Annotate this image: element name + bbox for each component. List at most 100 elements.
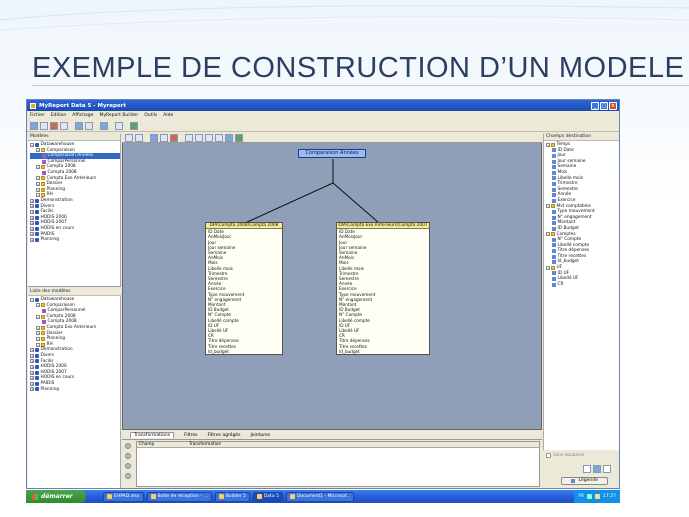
expand-toggle-icon[interactable]: + bbox=[30, 198, 34, 203]
expand-toggle-icon[interactable]: + bbox=[30, 364, 34, 369]
window-titlebar[interactable]: MyReport Data 5 - Myreport _ □ × bbox=[27, 100, 619, 111]
taskbar-button-label: Document1 - Microsof... bbox=[296, 494, 351, 499]
tab-filtres[interactable]: Filtres bbox=[184, 433, 197, 438]
column-header-champ[interactable]: Champ bbox=[137, 442, 187, 447]
expand-toggle-icon[interactable]: + bbox=[30, 237, 34, 242]
new-icon[interactable] bbox=[30, 121, 38, 130]
tree-item[interactable]: + Planning bbox=[30, 237, 120, 243]
menu-affichage[interactable]: Affichage bbox=[72, 113, 93, 118]
expand-toggle-icon[interactable]: − bbox=[36, 187, 40, 192]
expand-toggle-icon[interactable]: + bbox=[30, 359, 34, 364]
expand-toggle-icon[interactable]: − bbox=[36, 336, 40, 341]
menu-fichier[interactable]: Fichier bbox=[30, 113, 45, 118]
maximize-button[interactable]: □ bbox=[600, 101, 608, 110]
add-table-icon[interactable] bbox=[150, 134, 158, 142]
start-button[interactable]: démarrer bbox=[26, 490, 86, 503]
taskbar-button[interactable]: Document1 - Microsof... bbox=[285, 491, 355, 502]
expand-toggle-icon[interactable]: − bbox=[36, 303, 40, 308]
open-icon[interactable] bbox=[40, 121, 48, 130]
add-transformation-icon[interactable] bbox=[125, 443, 131, 449]
expand-toggle-icon[interactable]: + bbox=[30, 376, 34, 381]
taskbar-button[interactable]: Data 5 bbox=[252, 491, 283, 502]
window-icon[interactable] bbox=[100, 121, 108, 130]
expand-toggle-icon[interactable]: − bbox=[30, 297, 34, 302]
tab-jointures[interactable]: Jointures bbox=[250, 433, 270, 438]
minimize-button[interactable]: _ bbox=[591, 101, 599, 110]
align-center-icon[interactable] bbox=[593, 465, 601, 473]
expand-toggle-icon[interactable]: + bbox=[30, 353, 34, 358]
grid-icon[interactable] bbox=[115, 121, 123, 130]
zoom-in-icon[interactable] bbox=[195, 134, 203, 142]
model-icon bbox=[42, 308, 46, 313]
tree-item[interactable]: CR bbox=[546, 282, 619, 288]
source-table-compta-2008[interactable]: DIA\Compta 2008\Compta 2008 ID Date AnMoi… bbox=[205, 222, 283, 356]
expand-toggle-icon[interactable]: + bbox=[30, 226, 34, 231]
expand-toggle-icon[interactable]: − bbox=[36, 342, 40, 347]
expand-toggle-icon[interactable]: + bbox=[30, 221, 34, 226]
align-right-icon[interactable] bbox=[603, 465, 611, 473]
expand-toggle-icon[interactable]: + bbox=[30, 387, 34, 392]
validate-icon[interactable] bbox=[235, 134, 243, 142]
table-field[interactable]: Id_budget bbox=[337, 349, 429, 354]
expand-toggle-icon[interactable]: − bbox=[36, 165, 40, 170]
edit-transformation-icon[interactable] bbox=[125, 453, 131, 459]
expand-toggle-icon[interactable]: − bbox=[36, 181, 40, 186]
save-icon[interactable] bbox=[60, 121, 68, 130]
menu-myreport-builder[interactable]: MyReport Builder bbox=[99, 113, 138, 118]
source-table-compta-2007[interactable]: DIA\Compta Exo Anterieurs\Compta 2007 ID… bbox=[336, 222, 430, 356]
menu-aide[interactable]: Aide bbox=[163, 113, 173, 118]
more-transformation-icon[interactable] bbox=[125, 473, 131, 479]
remove-icon[interactable] bbox=[170, 134, 178, 142]
taskbar-button[interactable]: EHPAD.xlsx bbox=[103, 491, 144, 502]
expand-toggle-icon[interactable]: + bbox=[30, 348, 34, 353]
menu-edition[interactable]: Edition bbox=[51, 113, 67, 118]
root-model-node[interactable]: Comparaison Années bbox=[298, 149, 366, 158]
expand-toggle-icon[interactable]: − bbox=[36, 325, 40, 330]
expand-toggle-icon[interactable]: − bbox=[36, 176, 40, 181]
expand-toggle-icon[interactable]: + bbox=[30, 209, 34, 214]
delete-transformation-icon[interactable] bbox=[125, 463, 131, 469]
taskbar-button[interactable]: Builder 5 bbox=[214, 491, 250, 502]
copy-icon[interactable] bbox=[185, 134, 193, 142]
column-header-transformation[interactable]: Transformation bbox=[187, 442, 221, 447]
align-left-icon[interactable] bbox=[583, 465, 591, 473]
connect-icon[interactable] bbox=[75, 121, 83, 130]
zoom-out-icon[interactable] bbox=[205, 134, 213, 142]
delete-icon[interactable] bbox=[50, 121, 58, 130]
tab-transformations[interactable]: Transformations bbox=[130, 432, 175, 438]
sans-doublons-checkbox[interactable] bbox=[546, 453, 551, 458]
expand-toggle-icon[interactable]: − bbox=[36, 331, 40, 336]
link-icon[interactable] bbox=[225, 134, 233, 142]
legend-button[interactable]: Légende bbox=[561, 477, 608, 485]
expand-toggle-icon[interactable]: − bbox=[36, 314, 40, 319]
edit-icon[interactable] bbox=[160, 134, 168, 142]
expand-toggle-icon[interactable]: + bbox=[30, 381, 34, 386]
volume-icon[interactable] bbox=[595, 494, 601, 499]
model-canvas[interactable] bbox=[122, 134, 542, 430]
grid-toggle-icon[interactable] bbox=[125, 134, 133, 142]
taskbar-button[interactable]: Boîte de réception - ... bbox=[146, 491, 212, 502]
tab-filtres-agreges[interactable]: Filtres agrégés bbox=[208, 433, 241, 438]
close-button[interactable]: × bbox=[609, 101, 617, 110]
expand-toggle-icon[interactable]: + bbox=[30, 204, 34, 209]
expand-toggle-icon[interactable]: − bbox=[36, 148, 40, 153]
expand-toggle-icon[interactable]: + bbox=[30, 370, 34, 375]
expand-toggle-icon[interactable]: − bbox=[30, 142, 34, 147]
table-field[interactable]: Id_budget bbox=[206, 349, 282, 354]
properties-icon[interactable] bbox=[85, 121, 93, 130]
language-indicator[interactable]: FR bbox=[578, 494, 584, 499]
help-icon[interactable] bbox=[130, 121, 138, 130]
expand-toggle-icon[interactable]: + bbox=[30, 215, 34, 220]
tree-item[interactable]: + Planning bbox=[30, 387, 121, 393]
expand-toggle-icon[interactable]: + bbox=[30, 232, 34, 237]
tool-icon[interactable] bbox=[215, 134, 223, 142]
expand-toggle-icon[interactable]: − bbox=[546, 142, 550, 147]
expand-toggle-icon[interactable]: − bbox=[546, 232, 550, 237]
expand-toggle-icon[interactable]: − bbox=[36, 193, 40, 198]
expand-toggle-icon[interactable]: − bbox=[546, 265, 550, 270]
menu-outils[interactable]: Outils bbox=[144, 113, 157, 118]
transformations-grid[interactable]: Champ Transformation bbox=[136, 441, 540, 487]
expand-toggle-icon[interactable]: − bbox=[546, 204, 550, 209]
network-icon[interactable] bbox=[587, 494, 593, 499]
view-icon[interactable] bbox=[135, 134, 143, 142]
